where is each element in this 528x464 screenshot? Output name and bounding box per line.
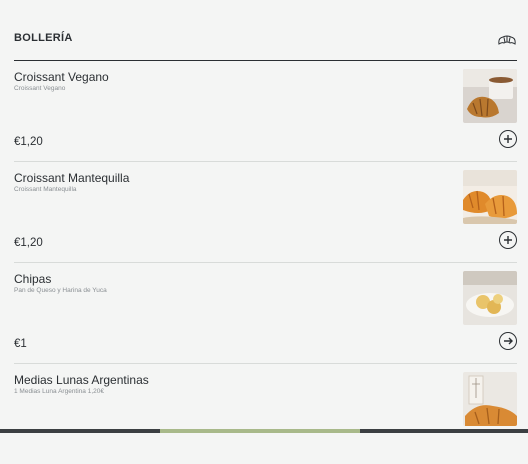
section-header: BOLLERÍA (14, 24, 517, 61)
item-name: Croissant Vegano (14, 70, 109, 84)
plus-icon (504, 135, 512, 143)
menu-item[interactable]: Croissant Vegano Croissant Vegano €1,20 (14, 60, 517, 162)
item-photo[interactable] (463, 271, 517, 325)
view-options-button[interactable] (499, 332, 517, 350)
item-price: €1,20 (14, 237, 43, 249)
section-title: BOLLERÍA (14, 32, 73, 44)
croissant-icon (498, 35, 516, 45)
arrow-right-icon (504, 337, 513, 345)
bottom-bar (0, 429, 528, 433)
menu-item[interactable]: Chipas Pan de Queso y Harina de Yuca €1 (14, 262, 517, 364)
item-photo[interactable] (463, 69, 517, 123)
item-photo[interactable] (463, 170, 517, 224)
add-to-cart-button[interactable] (499, 231, 517, 249)
plus-icon (504, 236, 512, 244)
item-name: Chipas (14, 272, 52, 286)
menu-item[interactable]: Croissant Mantequilla Croissant Mantequi… (14, 161, 517, 263)
item-description: Pan de Queso y Harina de Yuca (14, 287, 107, 294)
item-name: Medias Lunas Argentinas (14, 373, 149, 387)
item-description: Croissant Vegano (14, 85, 66, 92)
item-price: €1,20 (14, 136, 43, 148)
add-to-cart-button[interactable] (499, 130, 517, 148)
item-price: €1 (14, 338, 27, 350)
item-name: Croissant Mantequilla (14, 171, 130, 185)
menu-item[interactable]: Medias Lunas Argentinas 1 Medias Luna Ar… (14, 363, 517, 464)
item-photo[interactable] (463, 372, 517, 426)
item-description: Croissant Mantequilla (14, 186, 77, 193)
bottom-progress (160, 429, 360, 433)
item-description: 1 Medias Luna Argentina 1,20€ (14, 388, 104, 395)
